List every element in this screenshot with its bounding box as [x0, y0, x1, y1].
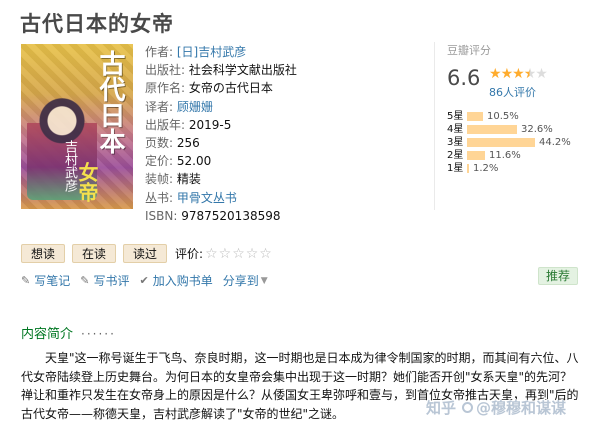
write-note-link[interactable]: ✎ 写笔记 — [21, 272, 70, 289]
info-row: 丛书: 甲骨文丛书 — [145, 189, 297, 207]
cover-subtitle: 女帝 — [75, 162, 99, 202]
info-value: 52.00 — [173, 154, 212, 169]
chevron-down-icon: ▼ — [260, 275, 268, 286]
intro-heading: 内容简介 ······ — [21, 323, 116, 342]
info-row: 定价: 52.00 — [145, 152, 297, 170]
rate-stars-input[interactable]: ☆☆☆☆☆ — [205, 246, 273, 262]
rating-stars: ★★★★★ — [489, 66, 548, 82]
rating-score: 6.6 — [447, 66, 481, 90]
check-icon: ✔ — [139, 274, 149, 287]
info-label: 装帧: — [145, 172, 174, 187]
info-row: ISBN: 9787520138598 — [145, 207, 297, 225]
info-row: 页数: 256 — [145, 134, 297, 152]
rating-dist-pct: 11.6% — [489, 150, 521, 161]
rating-dist-pct: 32.6% — [521, 124, 553, 135]
rating-dist-label: 3星 — [447, 137, 464, 148]
rating-people-link[interactable]: 86人评价 — [489, 84, 536, 100]
zhihu-watermark: 知乎 @穆穆和谋谋 — [426, 397, 566, 418]
info-row: 出版社: 社会科学文献出版社 — [145, 61, 297, 79]
info-label: 出版年: — [145, 117, 186, 132]
info-value: 9787520138598 — [177, 208, 281, 223]
rating-dist-label: 4星 — [447, 124, 464, 135]
recommend-button[interactable]: 推荐 — [538, 267, 578, 285]
rating-dist-bar — [467, 150, 485, 160]
info-row: 装帧: 精装 — [145, 170, 297, 188]
rating-dist-row: 4星 32.6% — [447, 123, 571, 136]
info-row: 出版年: 2019-5 — [145, 116, 297, 134]
info-row: 原作名: 女帝の古代日本 — [145, 79, 297, 97]
rating-dist-row: 5星 10.5% — [447, 110, 571, 123]
want-to-read-button[interactable]: 想读 — [21, 244, 66, 263]
pencil-icon: ✎ — [80, 274, 90, 287]
rating-dist-pct: 10.5% — [487, 111, 519, 122]
rating-dist-label: 2星 — [447, 150, 464, 161]
info-value: 精装 — [173, 172, 201, 187]
book-cover-image[interactable]: 古代日本 吉村武彦 女帝 — [21, 44, 133, 209]
info-label: ISBN: — [145, 208, 178, 223]
write-review-link[interactable]: ✎ 写书评 — [80, 272, 129, 289]
info-value: 女帝の古代日本 — [185, 81, 273, 96]
rate-label: 评价: — [175, 247, 204, 261]
write-note-label: 写笔记 — [34, 274, 71, 288]
rating-dist-bar — [467, 163, 469, 173]
intro-heading-label: 内容简介 — [21, 327, 74, 342]
info-row: 作者: [日]吉村武彦 — [145, 43, 297, 61]
reading-button[interactable]: 在读 — [72, 244, 117, 263]
rating-dist-row: 1星 1.2% — [447, 162, 571, 175]
tool-bar: ✎ 写笔记 ✎ 写书评 ✔ 加入购书单 分享到 ▼ — [21, 272, 278, 289]
book-info: 作者: [日]吉村武彦 出版社: 社会科学文献出版社 原作名: 女帝の古代日本 译者:… — [145, 43, 297, 225]
info-value: 256 — [173, 136, 200, 151]
have-read-button[interactable]: 读过 — [123, 244, 168, 263]
rating-distribution: 5星 10.5% 4星 32.6% 3星 44.2% 2星 11.6% 1星 1.2% — [447, 110, 571, 175]
add-to-cart-label: 加入购书单 — [152, 274, 213, 288]
info-value-link[interactable]: [日]吉村武彦 — [173, 45, 246, 59]
cover-title: 古代日本 — [95, 50, 125, 154]
share-dropdown[interactable]: 分享到 ▼ — [223, 272, 268, 289]
book-title: 古代日本的女帝 — [20, 12, 174, 36]
rating-dist-bar — [467, 111, 483, 121]
info-label: 丛书: — [145, 190, 174, 205]
rating-dist-pct: 1.2% — [473, 163, 499, 174]
rating-header: 豆瓣评分 — [447, 44, 491, 57]
star-full-icon: ★ — [500, 66, 514, 82]
info-value-link[interactable]: 顾姗姗 — [173, 100, 213, 114]
star-full-icon: ★ — [489, 66, 502, 82]
rating-dist-pct: 44.2% — [539, 137, 571, 148]
rating-dist-label: 1星 — [447, 163, 464, 174]
info-value: 社会科学文献出版社 — [185, 63, 297, 78]
info-value-link[interactable]: 甲骨文丛书 — [173, 191, 237, 205]
info-label: 定价: — [145, 154, 174, 169]
watermark-user: @穆穆和谋谋 — [476, 399, 567, 417]
rating-dist-bar — [467, 124, 517, 134]
rating-dist-row: 3星 44.2% — [447, 136, 571, 149]
share-label: 分享到 — [222, 274, 259, 288]
rating-dist-bar — [467, 137, 535, 147]
rating-dist-row: 2星 11.6% — [447, 149, 571, 162]
star-empty-icon: ★ — [535, 66, 548, 82]
rating-panel: 豆瓣评分 6.6 ★★★★★ 86人评价 5星 10.5% 4星 32.6% 3星 44.… — [434, 42, 584, 210]
star-half-icon: ★ — [523, 66, 537, 82]
action-bar: 想读 在读 读过 评价: ☆☆☆☆☆ — [21, 244, 273, 263]
intro-heading-dots: ······ — [81, 327, 116, 341]
rating-dist-label: 5星 — [447, 111, 464, 122]
info-value: 2019-5 — [185, 117, 232, 132]
watermark-site: 知乎 — [426, 399, 457, 417]
info-label: 页数: — [145, 136, 174, 151]
info-label: 出版社: — [145, 63, 186, 78]
info-label: 原作名: — [145, 81, 186, 96]
write-review-label: 写书评 — [93, 274, 130, 288]
watermark-circle-icon — [462, 402, 474, 413]
add-to-cart-link[interactable]: ✔ 加入购书单 — [139, 272, 212, 289]
star-full-icon: ★ — [512, 66, 525, 82]
pencil-icon: ✎ — [21, 274, 31, 287]
info-label: 译者: — [145, 99, 174, 114]
info-label: 作者: — [145, 45, 174, 59]
info-row: 译者: 顾姗姗 — [145, 98, 297, 116]
